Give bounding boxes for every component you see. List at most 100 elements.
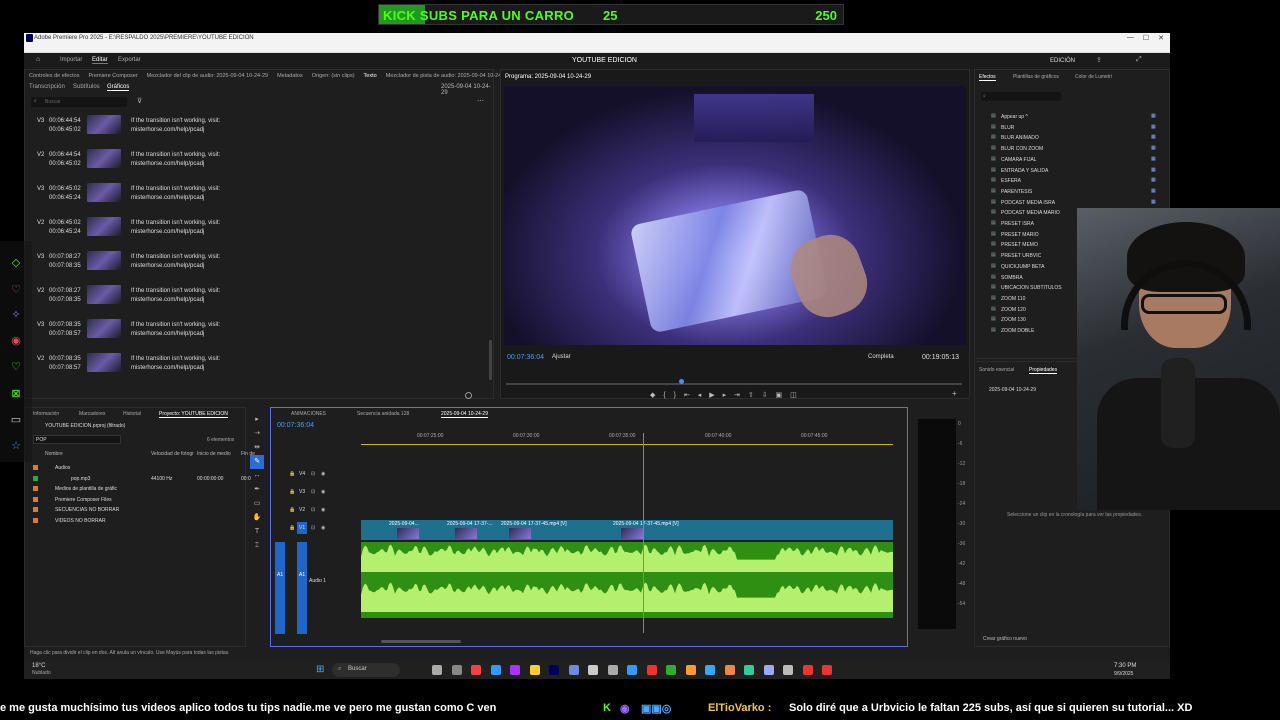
- export-frame-icon[interactable]: ▣: [776, 392, 783, 399]
- label-color-swatch[interactable]: [33, 507, 38, 512]
- source-tab-5[interactable]: Texto: [364, 73, 377, 79]
- video-clip-label[interactable]: 2025-09-04...: [389, 521, 419, 527]
- project-row[interactable]: Audios: [33, 463, 247, 473]
- project-row[interactable]: VIDEOS NO BORRAR: [33, 516, 247, 526]
- taskbar-app-icon[interactable]: [763, 665, 774, 675]
- project-row[interactable]: pop.mp3 44100 Hz 00:00:00:00 00:0: [33, 474, 251, 484]
- tab-efectos[interactable]: Efectos: [979, 74, 996, 81]
- weather-temp[interactable]: 18°C: [32, 663, 45, 669]
- target-a1[interactable]: A1: [297, 542, 307, 634]
- windows-start-icon[interactable]: ⊞: [316, 665, 326, 675]
- taskbar-app-icon[interactable]: [471, 665, 481, 675]
- label-color-swatch[interactable]: [33, 486, 38, 491]
- tab-historial[interactable]: Historial: [123, 411, 141, 417]
- razor-tool-icon[interactable]: ✎: [250, 455, 264, 469]
- effect-preset-item[interactable]: ▤ PODCAST MEDIA ISRA ▦: [991, 198, 1161, 208]
- share-icon[interactable]: ⇪: [1096, 56, 1102, 64]
- taskbar-app-icon[interactable]: [607, 665, 618, 675]
- close-button[interactable]: ✕: [1158, 34, 1164, 42]
- graphics-item[interactable]: V3 00:06:44:54 00:06:45:02 If the transitio…: [35, 115, 495, 152]
- tab-lumetri[interactable]: Color de Lumetri: [1075, 74, 1112, 80]
- slip-tool-icon[interactable]: ↔: [250, 469, 264, 483]
- tab-proyecto[interactable]: Proyecto: YOUTUBE EDICION: [159, 411, 228, 418]
- source-patch-a1[interactable]: A1: [275, 542, 285, 634]
- eye-toggle-icon[interactable]: ◉: [321, 507, 325, 513]
- taskbar-app-icon[interactable]: [568, 665, 579, 675]
- mark-in-icon[interactable]: {: [663, 392, 665, 399]
- tab-editar[interactable]: Editar: [92, 57, 108, 64]
- tab-importar[interactable]: Importar: [60, 57, 82, 63]
- go-to-out-icon[interactable]: ⇥: [734, 392, 740, 399]
- graphics-item[interactable]: V2 00:07:08:35 00:07:08:57 If the transitio…: [35, 353, 495, 390]
- taskbar-app-icon[interactable]: [529, 665, 540, 675]
- fit-dropdown[interactable]: Ajustar: [552, 354, 571, 360]
- rectangle-tool-icon[interactable]: ▭: [250, 497, 264, 511]
- kick-icon[interactable]: ⊠: [10, 388, 22, 400]
- hand-tool-icon[interactable]: ✋: [250, 511, 264, 525]
- tab-sonido-esencial[interactable]: Sonido esencial: [979, 367, 1014, 373]
- project-column-header[interactable]: Nombre: [45, 451, 63, 457]
- lock-icon[interactable]: 🔒: [289, 489, 295, 495]
- chat-icon[interactable]: ▭: [10, 414, 22, 426]
- lock-icon[interactable]: 🔒: [289, 507, 295, 513]
- taskbar-app-icon[interactable]: [588, 665, 598, 675]
- diamond-icon[interactable]: ◇: [10, 257, 22, 269]
- project-row[interactable]: Medios de plantilla de gráfic: [33, 484, 247, 494]
- maximize-button[interactable]: ☐: [1143, 34, 1149, 42]
- taskbar-app-icon[interactable]: [724, 665, 735, 675]
- project-column-header[interactable]: Inicio de medio: [197, 451, 231, 457]
- type-tool-icon[interactable]: T: [250, 525, 264, 539]
- lock-icon[interactable]: 🔒: [289, 471, 295, 477]
- taskbar-app-icon[interactable]: [549, 665, 559, 675]
- taskbar-app-icon[interactable]: [802, 665, 813, 675]
- pen-tool-icon[interactable]: ✒: [250, 483, 264, 497]
- effect-preset-item[interactable]: ▤ BLUR CON ZOOM ▦: [991, 144, 1161, 154]
- graphics-item[interactable]: V2 00:06:45:02 00:06:45:24 If the transitio…: [35, 217, 495, 254]
- sync-lock-icon[interactable]: ⊡: [311, 489, 315, 495]
- taskbar-app-icon[interactable]: [822, 665, 832, 675]
- taskbar-app-icon[interactable]: [432, 665, 442, 675]
- step-back-icon[interactable]: ◂: [698, 392, 702, 399]
- filter-icon[interactable]: ⊽: [137, 97, 142, 105]
- source-tab-1[interactable]: Premiere Composer: [88, 73, 137, 79]
- eye-toggle-icon[interactable]: ◉: [321, 525, 325, 531]
- effect-preset-item[interactable]: ▤ BLUR ▦: [991, 123, 1161, 133]
- graphics-item[interactable]: V2 00:07:08:27 00:07:08:35 If the transitio…: [35, 285, 495, 322]
- timeline-timecode[interactable]: 00:07:36:04: [277, 422, 314, 429]
- label-color-swatch[interactable]: [33, 517, 38, 523]
- eye-toggle-icon[interactable]: ◉: [321, 489, 325, 495]
- taskbar-app-icon[interactable]: [783, 665, 793, 675]
- graphics-item[interactable]: V3 00:06:45:02 00:06:45:24 If the transitio…: [35, 183, 495, 220]
- timeline-playhead[interactable]: [642, 433, 644, 633]
- go-to-in-icon[interactable]: ⇤: [684, 392, 690, 399]
- minimize-button[interactable]: —: [1127, 34, 1134, 41]
- ripple-edit-icon[interactable]: ⇹: [250, 441, 264, 455]
- program-scrubber[interactable]: [506, 379, 962, 385]
- extract-icon[interactable]: ⇩: [762, 392, 768, 399]
- taskbar-app-icon[interactable]: [666, 665, 676, 675]
- scrollbar[interactable]: [489, 340, 492, 380]
- eye-icon[interactable]: ◉: [10, 335, 22, 347]
- lock-icon[interactable]: 🔒: [289, 525, 295, 531]
- graphics-item[interactable]: V2 00:06:44:54 00:06:45:02 If the transitio…: [35, 149, 495, 186]
- sync-lock-icon[interactable]: ⊡: [311, 471, 315, 477]
- timeline-scrollbar[interactable]: [381, 640, 461, 643]
- clock-time[interactable]: 7:30 PM: [1114, 663, 1136, 669]
- video-clip-label[interactable]: 2025-09-04 17-37-45.mp4 [V]: [501, 521, 567, 527]
- marker-icon[interactable]: ◆: [650, 392, 655, 399]
- taskbar-app-icon[interactable]: [646, 665, 657, 675]
- compare-icon[interactable]: ◫: [790, 392, 797, 399]
- selection-tool-icon[interactable]: ▸: [250, 413, 264, 427]
- taskbar-app-icon[interactable]: [744, 665, 754, 675]
- label-color-swatch[interactable]: [33, 465, 38, 470]
- sparkle-icon[interactable]: ✧: [10, 309, 22, 321]
- project-search-input[interactable]: POP: [33, 435, 121, 444]
- tab-animaciones[interactable]: ANIMACIONES: [291, 411, 326, 417]
- mark-out-icon[interactable]: }: [674, 392, 676, 399]
- label-color-swatch[interactable]: [33, 475, 38, 481]
- caption-tool-icon[interactable]: ⌶: [250, 539, 264, 553]
- taskbar-app-icon[interactable]: [510, 665, 520, 675]
- tab-informacion[interactable]: Información: [33, 411, 59, 417]
- taskbar-app-icon[interactable]: [685, 665, 696, 675]
- effect-preset-item[interactable]: ▤ BLUR ANIMADO ▦: [991, 133, 1161, 143]
